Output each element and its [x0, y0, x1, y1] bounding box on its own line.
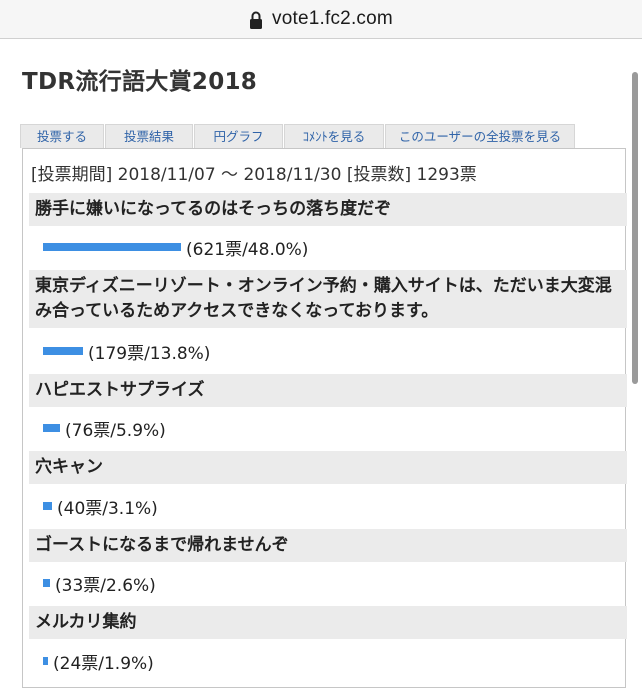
option-title: ハピエストサプライズ — [29, 374, 627, 407]
option-result: (179票/13.8%) — [43, 338, 210, 364]
vote-count-value: 1293票 — [416, 165, 477, 185]
option-result: (40票/3.1%) — [43, 493, 158, 519]
option-title: 勝手に嫌いになってるのはそっちの落ち度だぞ — [29, 193, 627, 226]
option-title: 東京ディズニーリゾート・オンライン予約・購入サイトは、ただいま大変混み合っている… — [29, 270, 627, 328]
address-bar[interactable]: vote1.fc2.com — [0, 0, 642, 39]
tab-user-all-votes[interactable]: このユーザーの全投票を見る — [385, 124, 575, 148]
vote-bar — [43, 579, 50, 587]
vote-count: (33票/2.6%) — [55, 575, 156, 596]
tab-pie-chart[interactable]: 円グラフ — [194, 124, 283, 148]
vote-count: (179票/13.8%) — [88, 343, 211, 364]
option-title: ゴーストになるまで帰れませんぞ — [29, 529, 627, 562]
tab-results[interactable]: 投票結果 — [105, 124, 193, 148]
tab-comments[interactable]: ｺﾒﾝﾄを見る — [284, 124, 384, 148]
tab-vote[interactable]: 投票する — [20, 124, 104, 148]
vote-bar — [43, 657, 48, 665]
vote-count: (76票/5.9%) — [65, 420, 166, 441]
vote-summary: [投票期間] 2018/11/07 〜 2018/11/30 [投票数] 129… — [31, 160, 477, 185]
vote-bar — [43, 502, 52, 510]
lock-icon — [249, 10, 263, 30]
vote-count: (621票/48.0%) — [186, 239, 309, 260]
vote-bar — [43, 347, 83, 355]
vote-count: (24票/1.9%) — [53, 653, 154, 674]
results-panel: [投票期間] 2018/11/07 〜 2018/11/30 [投票数] 129… — [22, 148, 627, 688]
option-result: (33票/2.6%) — [43, 570, 156, 596]
vote-bar — [43, 243, 181, 251]
vote-count: (40票/3.1%) — [57, 498, 158, 519]
tab-bar: 投票する 投票結果 円グラフ ｺﾒﾝﾄを見る このユーザーの全投票を見る — [20, 124, 576, 148]
option-title: メルカリ集約 — [29, 606, 627, 639]
scrollbar-thumb[interactable] — [632, 72, 638, 384]
option-result: (24票/1.9%) — [43, 648, 154, 674]
option-result: (621票/48.0%) — [43, 234, 308, 260]
url-text: vote1.fc2.com — [272, 8, 393, 29]
vote-bar — [43, 424, 60, 432]
period-value: 2018/11/07 〜 2018/11/30 — [117, 165, 342, 185]
vote-count-label: [投票数] — [346, 165, 412, 185]
period-label: [投票期間] — [31, 165, 113, 185]
page-title: TDR流行語大賞2018 — [22, 69, 258, 95]
option-result: (76票/5.9%) — [43, 415, 166, 441]
option-title: 穴キャン — [29, 451, 627, 484]
